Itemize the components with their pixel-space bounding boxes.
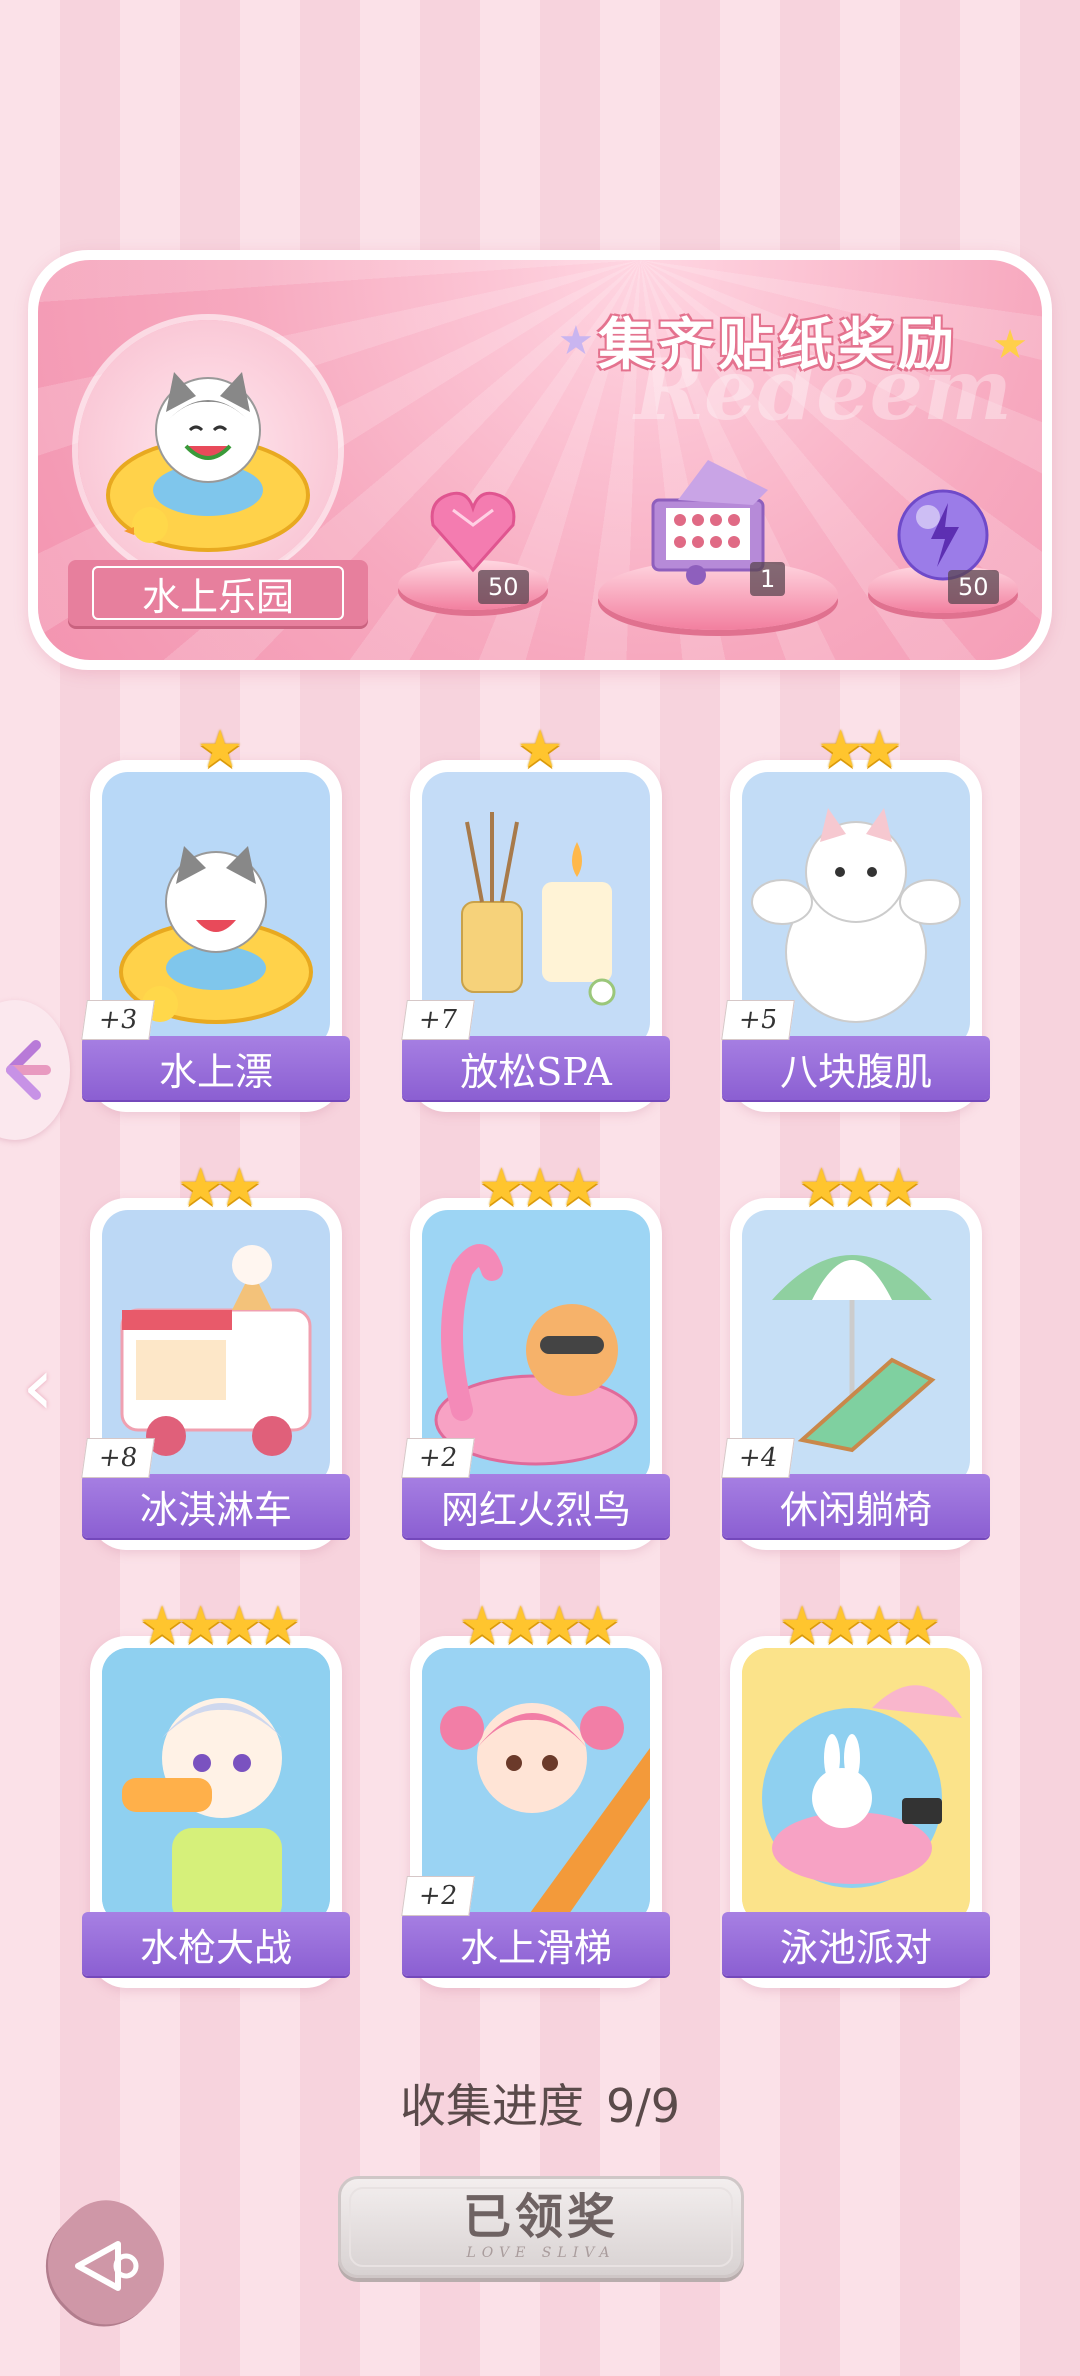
reward-count-3: 50 [948,570,999,604]
zone-name: 水上乐园 [92,566,344,620]
back-arrow-icon [75,2241,139,2291]
pink-diamond-heart-icon [430,491,516,573]
sticker-card-name: 网红火烈鸟 [402,1474,670,1538]
sticker-card-name: 八块腹肌 [722,1036,990,1100]
collection-progress: 收集进度 9/9 [0,2070,1080,2136]
gold-star-icon: ★ [992,322,1028,368]
star-rating-icon: ★★★★ [458,1596,621,1656]
cat-swim-ring-icon [106,372,310,552]
purple-star-icon: ★ [558,318,594,364]
star-rating-icon: ★★ [817,720,902,780]
star-rating-icon: ★★★ [798,1158,922,1218]
sticker-bonus-badge: +8 [81,1438,155,1478]
sticker-bonus-badge: +5 [721,1000,795,1040]
sticker-card-name: 泳池派对 [722,1912,990,1976]
sticker-card[interactable]: ★★★ 休闲躺椅 +4 [721,1158,990,1550]
sticker-bonus-badge: +2 [401,1876,475,1916]
sticker-card[interactable]: ★ 水上漂 +3 [81,720,350,1112]
reward-count-2: 1 [750,562,786,596]
sticker-card-name: 放松SPA [402,1036,670,1100]
star-rating-icon: ★ [516,720,564,780]
banner-background: Redeem ★ 集齐贴纸奖励 ★ 水上乐园 50 1 50 [38,260,1042,660]
pool-party-bunny-icon [742,1648,970,1924]
banner-title: 集齐贴纸奖励 [598,313,958,378]
progress-value: 9/9 [605,2079,681,2133]
sticker-card[interactable]: ★★★★ 泳池派对 [722,1596,990,1988]
sticker-card-name: 水上漂 [82,1036,350,1100]
sticker-bonus-badge: +7 [401,1000,475,1040]
water-gun-boy-icon [102,1648,330,1924]
star-rating-icon: ★★★ [478,1158,602,1218]
star-rating-icon: ★ [196,720,244,780]
star-rating-icon: ★★ [177,1158,262,1218]
sticker-bonus-badge: +3 [81,1000,155,1040]
side-menu-tab[interactable] [0,1000,70,1140]
sticker-card[interactable]: ★★ 八块腹肌 +5 [721,720,990,1112]
star-rating-icon: ★★★★ [138,1596,301,1656]
banner-title-group: ★ 集齐贴纸奖励 ★ [558,300,1028,390]
sticker-card-name: 冰淇淋车 [82,1474,350,1538]
sticker-card-name: 休闲躺椅 [722,1474,990,1538]
sticker-bonus-badge: +2 [401,1438,475,1478]
claimed-button[interactable]: 已领奖 LOVE SLIVA [338,2176,744,2278]
sticker-card[interactable]: ★★ 冰淇淋车 +8 [81,1158,350,1550]
reward-banner: Redeem ★ 集齐贴纸奖励 ★ 水上乐园 50 1 50 [28,250,1052,670]
sticker-card[interactable]: ★ 放松SPA +7 [401,720,670,1112]
progress-label: 收集进度 [399,2079,584,2133]
reward-count-1: 50 [478,570,529,604]
claimed-button-inner: 已领奖 LOVE SLIVA [349,2187,733,2267]
sticker-card-name: 水枪大战 [82,1912,350,1976]
pinwheel-icon [6,1040,51,1100]
sticker-card-name: 水上滑梯 [402,1912,670,1976]
sticker-card[interactable]: ★★★★ 水枪大战 [82,1596,350,1988]
prev-page-arrow-icon[interactable]: ‹ [22,1340,54,1433]
sticker-bonus-badge: +4 [721,1438,795,1478]
claimed-button-label: 已领奖 [462,2189,619,2245]
claimed-button-subtext: LOVE SLIVA [466,2245,616,2261]
sticker-card[interactable]: ★★★★ 水上滑梯 +2 [401,1596,670,1988]
zone-cat-avatar [78,320,338,580]
sticker-card[interactable]: ★★★ 网红火烈鸟 +2 [401,1158,670,1550]
star-rating-icon: ★★★★ [778,1596,941,1656]
zone-name-ribbon: 水上乐园 [68,560,368,626]
